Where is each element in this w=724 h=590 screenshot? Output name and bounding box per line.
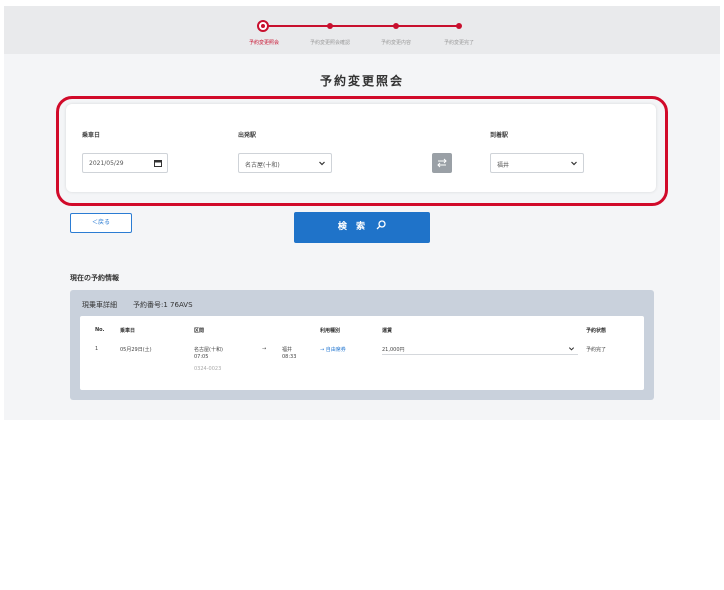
- chevron-down-icon: [318, 159, 326, 169]
- back-button[interactable]: ＜戻る: [70, 213, 132, 233]
- step-2-label: 予約変更照会確認: [309, 40, 351, 46]
- date-label: 乗車日: [82, 132, 101, 139]
- current-card-title: 現乗車詳細: [82, 301, 117, 309]
- calendar-icon[interactable]: [154, 159, 162, 169]
- to-station-value: 福井: [497, 162, 510, 169]
- reservation-detail-panel: [80, 316, 644, 390]
- from-label: 出発駅: [238, 132, 257, 139]
- step-1-label: 予約変更照会: [248, 40, 280, 46]
- step-4-label: 予約変更完了: [443, 40, 475, 46]
- current-reservation-heading: 現在の予約情報: [70, 274, 119, 282]
- step-2-dot: [327, 23, 333, 29]
- step-3-dot: [393, 23, 399, 29]
- row-from-station: 名古屋(十和): [194, 347, 223, 353]
- col-fare: 運賃: [382, 328, 393, 334]
- col-date: 乗車日: [120, 328, 136, 334]
- col-seat-type: 利用種別: [320, 328, 341, 334]
- row-fare: 21,000円: [382, 347, 405, 353]
- reservation-number: 予約番号:1 76AVS: [133, 301, 193, 309]
- row-to-time: 08:33: [282, 354, 297, 360]
- col-status: 予約状態: [586, 328, 607, 334]
- step-3-label: 予約変更内容: [380, 40, 412, 46]
- search-icon: [376, 220, 386, 230]
- row-no: 1: [95, 346, 99, 352]
- date-input[interactable]: 2021/05/29: [82, 153, 168, 173]
- fare-underline: [382, 354, 578, 355]
- col-no: No.: [95, 327, 105, 333]
- page-title: 予約変更照会: [319, 74, 404, 88]
- highlight-ring: [56, 96, 668, 206]
- row-from-time: 07:05: [194, 354, 209, 360]
- chevron-down-icon: [570, 159, 578, 169]
- row-seat-type-link[interactable]: → 自由席券: [320, 346, 346, 353]
- step-4-dot: [456, 23, 462, 29]
- col-section: 区間: [194, 328, 205, 334]
- stepper-line: [262, 25, 460, 27]
- progress-stepper: 予約変更照会 予約変更照会確認 予約変更内容 予約変更完了: [4, 6, 720, 54]
- from-station-value: 名古屋(十和): [245, 162, 280, 169]
- fare-chevron-down-icon[interactable]: [568, 345, 575, 354]
- row-from-note: 0324-0023: [194, 366, 222, 372]
- search-button-label: 検 索: [337, 222, 368, 232]
- row-to-station: 福井: [282, 347, 293, 353]
- date-value: 2021/05/29: [89, 160, 124, 167]
- current-card-header: 現乗車詳細 予約番号:1 76AVS: [82, 300, 193, 310]
- swap-icon: [437, 158, 447, 168]
- from-station-select[interactable]: 名古屋(十和): [238, 153, 332, 173]
- row-arrow: →: [262, 346, 267, 352]
- row-status: 予約完了: [586, 347, 607, 353]
- step-1-dot: [257, 20, 269, 32]
- search-button[interactable]: 検 索: [294, 212, 430, 243]
- to-label: 到着駅: [490, 132, 509, 139]
- row-date: 05月29日(土): [120, 347, 152, 353]
- swap-stations-button[interactable]: [432, 153, 452, 173]
- to-station-select[interactable]: 福井: [490, 153, 584, 173]
